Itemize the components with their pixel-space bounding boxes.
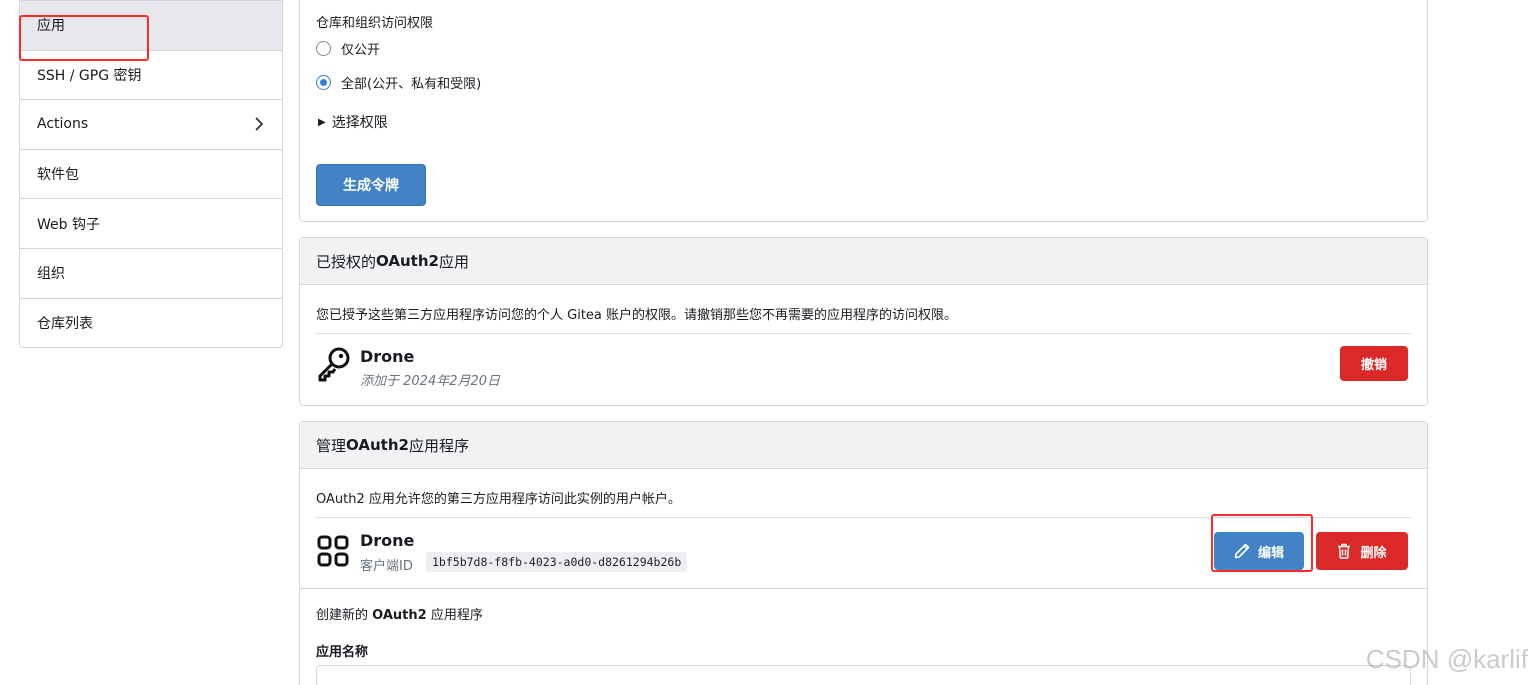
radio-all[interactable]: 全部(公开、私有和受限): [316, 73, 481, 92]
heading-text-bold: OAuth2: [372, 608, 427, 623]
sidebar-item-webhooks[interactable]: Web 钩子: [20, 198, 282, 248]
sidebar-item-label: 组织: [37, 266, 65, 283]
authorized-app-name: Drone: [360, 347, 415, 366]
divider: [316, 333, 1411, 334]
sidebar-item-repositories[interactable]: 仓库列表: [20, 297, 282, 348]
pencil-icon: [1234, 543, 1250, 559]
delete-button-label: 删除: [1360, 545, 1387, 561]
radio-public-only[interactable]: 仅公开: [316, 39, 380, 58]
token-form-panel: 仓库和组织访问权限 仅公开 全部(公开、私有和受限) ▶ 选择权限 生成令牌: [299, 0, 1428, 222]
panel-description: OAuth2 应用允许您的第三方应用程序访问此实例的用户帐户。: [316, 492, 681, 507]
key-icon: [316, 346, 352, 382]
header-text-prefix: 已授权的: [316, 252, 377, 271]
divider: [316, 517, 1411, 518]
delete-button[interactable]: 删除: [1316, 532, 1408, 570]
sidebar-item-packages[interactable]: 软件包: [20, 148, 282, 199]
header-text-suffix: 应用程序: [408, 436, 469, 455]
heading-text-suffix: 应用程序: [426, 608, 483, 623]
app-name-label: 应用名称: [316, 645, 369, 660]
edit-button-label: 编辑: [1257, 545, 1284, 561]
header-text-suffix: 应用: [438, 252, 469, 271]
radio-label: 全部(公开、私有和受限): [341, 77, 482, 92]
select-permissions-toggle[interactable]: ▶ 选择权限: [318, 112, 388, 132]
header-text-bold: OAuth2: [346, 436, 409, 454]
sidebar-item-label: Actions: [37, 116, 89, 133]
panel-header: 管理 OAuth2 应用程序: [300, 422, 1427, 469]
client-id-value: 1bf5b7d8-f8fb-4023-a0d0-d8261294b26b: [426, 552, 688, 572]
sidebar-item-organizations[interactable]: 组织: [20, 247, 282, 298]
sidebar-item-label: Web 钩子: [37, 216, 100, 233]
sidebar-item-applications[interactable]: 应用: [20, 0, 282, 50]
radio-label: 仅公开: [341, 43, 381, 58]
authorized-oauth2-apps-panel: 已授权的 OAuth2 应用 您已授予这些第三方应用程序访问您的个人 Gitea…: [299, 237, 1428, 406]
app-name-input[interactable]: [316, 665, 1411, 685]
sidebar-item-label: 仓库列表: [37, 315, 93, 332]
access-scope-label: 仓库和组织访问权限: [316, 16, 434, 31]
manage-oauth2-apps-panel: 管理 OAuth2 应用程序 OAuth2 应用允许您的第三方应用程序访问此实例…: [299, 421, 1428, 685]
radio-button-checked[interactable]: [316, 75, 331, 90]
sidebar-item-label: 应用: [37, 18, 65, 35]
header-text-prefix: 管理: [316, 436, 347, 455]
watermark: CSDN @karlif: [1365, 644, 1528, 674]
authorized-app-date: 添加于 2024年2月20日: [360, 374, 501, 389]
chevron-right-icon: [254, 117, 264, 132]
divider: [300, 588, 1427, 589]
sidebar-item-ssh-gpg-keys[interactable]: SSH / GPG 密钥: [20, 49, 282, 100]
settings-sidebar: 应用 SSH / GPG 密钥 Actions 软件包 Web 钩子 组织 仓库…: [19, 0, 283, 349]
create-app-heading: 创建新的 OAuth2 应用程序: [316, 604, 483, 623]
generate-token-button[interactable]: 生成令牌: [316, 164, 426, 206]
select-permissions-label: 选择权限: [331, 115, 388, 131]
apps-icon: [317, 535, 349, 567]
header-text-bold: OAuth2: [376, 252, 439, 270]
edit-button[interactable]: 编辑: [1214, 532, 1304, 570]
sidebar-item-label: 软件包: [37, 167, 79, 184]
sidebar-item-label: SSH / GPG 密钥: [37, 67, 142, 84]
heading-text-prefix: 创建新的: [316, 608, 373, 623]
revoke-button[interactable]: 撤销: [1340, 346, 1408, 381]
panel-description: 您已授予这些第三方应用程序访问您的个人 Gitea 账户的权限。请撤销那些您不再…: [316, 308, 958, 323]
client-id-label: 客户端ID: [360, 559, 413, 574]
oauth2-app-name: Drone: [360, 531, 415, 550]
triangle-right-icon: ▶: [318, 116, 326, 128]
panel-header: 已授权的 OAuth2 应用: [300, 238, 1427, 285]
radio-button[interactable]: [316, 41, 331, 56]
trash-icon: [1337, 543, 1351, 559]
sidebar-item-actions[interactable]: Actions: [20, 99, 282, 149]
